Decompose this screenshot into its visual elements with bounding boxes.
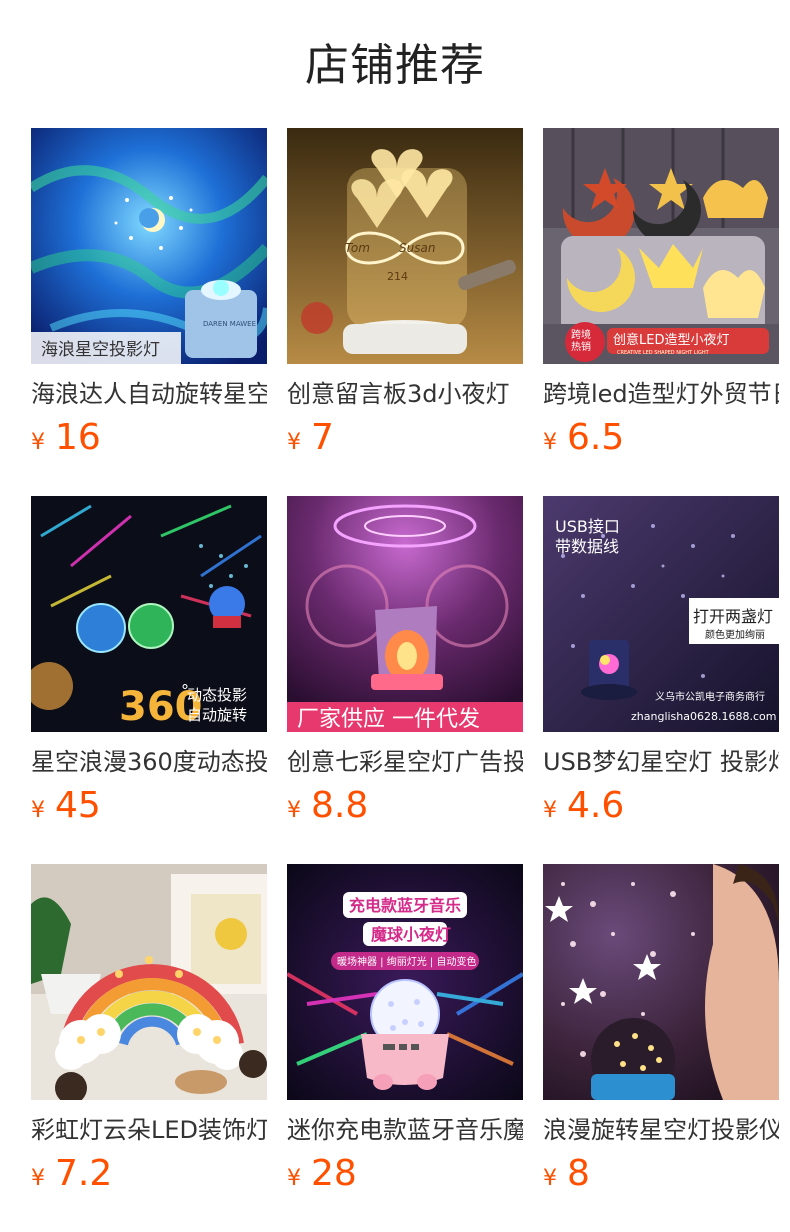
product-card[interactable]: 厂家供应 一件代发 创意七彩星空灯广告投影灯 ¥8.8 (287, 496, 523, 826)
price-value: 6.5 (567, 417, 625, 458)
product-card[interactable]: USB接口 带数据线 打开两盏灯 颜色更加绚丽 义乌市公凯电子商务商行 zhan… (543, 496, 779, 826)
product-card[interactable]: 跨境 热销 创意LED造型小夜灯 CREATIVE LED SHAPED NIG… (543, 128, 779, 458)
product-price: ¥28 (287, 1152, 523, 1196)
price-symbol: ¥ (543, 1166, 557, 1191)
product-title[interactable]: 海浪达人自动旋转星空投影灯 (31, 378, 267, 414)
svg-text:热销: 热销 (571, 340, 591, 353)
product-title[interactable]: 跨境led造型灯外贸节日装饰灯 (543, 378, 779, 414)
product-title[interactable]: 星空浪漫360度动态投影灯 (31, 746, 267, 782)
product-image[interactable] (31, 864, 267, 1100)
product-price: ¥45 (31, 784, 267, 828)
product-image[interactable]: 厂家供应 一件代发 (287, 496, 523, 732)
price-value: 8.8 (311, 785, 369, 826)
svg-text:暖场神器 | 绚丽灯光 | 自动变色: 暖场神器 | 绚丽灯光 | 自动变色 (337, 955, 476, 968)
svg-text:zhanglisha0628.1688.com: zhanglisha0628.1688.com (631, 710, 776, 723)
ocean-star-projector-image: DAREN MAWEE 海浪星空投影灯 (31, 128, 267, 364)
product-card[interactable]: 彩虹灯云朵LED装饰灯 ¥7.2 (31, 864, 267, 1194)
price-value: 4.6 (567, 785, 625, 826)
product-image[interactable]: DAREN MAWEE 海浪星空投影灯 (31, 128, 267, 364)
product-price: ¥4.6 (543, 784, 779, 828)
svg-text:214: 214 (387, 270, 408, 283)
product-image[interactable]: 360 ° 动态投影 自动旋转 (31, 496, 267, 732)
product-title[interactable]: 创意七彩星空灯广告投影灯 (287, 746, 523, 782)
svg-text:动态投影: 动态投影 (187, 686, 247, 704)
product-image[interactable]: USB接口 带数据线 打开两盏灯 颜色更加绚丽 义乌市公凯电子商务商行 zhan… (543, 496, 779, 732)
svg-text:打开两盏灯: 打开两盏灯 (693, 607, 773, 626)
svg-text:创意LED造型小夜灯: 创意LED造型小夜灯 (613, 332, 729, 348)
rainbow-cloud-light-image (31, 864, 267, 1100)
product-price: ¥16 (31, 416, 267, 460)
product-title[interactable]: 浪漫旋转星空灯投影仪 (543, 1114, 779, 1150)
price-symbol: ¥ (543, 430, 557, 455)
product-card[interactable]: 充电款蓝牙音乐 魔球小夜灯 暖场神器 | 绚丽灯光 | 自动变色 迷你充电款蓝牙… (287, 864, 523, 1194)
product-price: ¥7 (287, 416, 523, 460)
svg-text:DAREN MAWEE: DAREN MAWEE (203, 320, 256, 328)
product-price: ¥7.2 (31, 1152, 267, 1196)
price-symbol: ¥ (543, 798, 557, 823)
price-symbol: ¥ (287, 798, 301, 823)
product-card[interactable]: Tom Susan 214 创意留言板3d小夜灯 ¥7 (287, 128, 523, 458)
product-price: ¥6.5 (543, 416, 779, 460)
svg-text:自动旋转: 自动旋转 (187, 706, 247, 724)
svg-text:Susan: Susan (399, 241, 435, 255)
image-caption: 海浪星空投影灯 (41, 340, 160, 360)
price-symbol: ¥ (31, 1166, 45, 1191)
product-image[interactable]: Tom Susan 214 (287, 128, 523, 364)
price-symbol: ¥ (31, 430, 45, 455)
product-title[interactable]: USB梦幻星空灯 投影灯 (543, 746, 779, 782)
product-title[interactable]: 迷你充电款蓝牙音乐魔球小夜灯 (287, 1114, 523, 1150)
usb-star-light-image: USB接口 带数据线 打开两盏灯 颜色更加绚丽 义乌市公凯电子商务商行 zhan… (543, 496, 779, 732)
product-image[interactable] (543, 864, 779, 1100)
product-grid: DAREN MAWEE 海浪星空投影灯 海浪达人自动旋转星空投影灯 ¥16 (31, 128, 790, 1218)
svg-text:颜色更加绚丽: 颜色更加绚丽 (705, 628, 765, 641)
price-value: 7.2 (55, 1153, 113, 1194)
price-symbol: ¥ (287, 1166, 301, 1191)
led-shaped-light-image: 跨境 热销 创意LED造型小夜灯 CREATIVE LED SHAPED NIG… (543, 128, 779, 364)
svg-text:魔球小夜灯: 魔球小夜灯 (371, 925, 451, 944)
product-price: ¥8 (543, 1152, 779, 1196)
rotating-star-projector-image (543, 864, 779, 1100)
price-symbol: ¥ (287, 430, 301, 455)
product-card[interactable]: 360 ° 动态投影 自动旋转 星空浪漫360度动态投影灯 ¥45 (31, 496, 267, 826)
price-value: 45 (55, 785, 101, 826)
price-value: 8 (567, 1153, 590, 1194)
price-symbol: ¥ (31, 798, 45, 823)
product-price: ¥8.8 (287, 784, 523, 828)
svg-text:USB接口: USB接口 (555, 517, 620, 536)
svg-text:义乌市公凯电子商务商行: 义乌市公凯电子商务商行 (655, 690, 765, 703)
product-card[interactable]: 浪漫旋转星空灯投影仪 ¥8 (543, 864, 779, 1194)
colorful-star-light-image: 厂家供应 一件代发 (287, 496, 523, 732)
product-card[interactable]: DAREN MAWEE 海浪星空投影灯 海浪达人自动旋转星空投影灯 ¥16 (31, 128, 267, 458)
price-value: 28 (311, 1153, 357, 1194)
message-board-night-light-image: Tom Susan 214 (287, 128, 523, 364)
price-value: 7 (311, 417, 334, 458)
image-caption: 厂家供应 一件代发 (297, 707, 480, 732)
product-image[interactable]: 跨境 热销 创意LED造型小夜灯 CREATIVE LED SHAPED NIG… (543, 128, 779, 364)
price-value: 16 (55, 417, 101, 458)
product-title[interactable]: 彩虹灯云朵LED装饰灯 (31, 1114, 267, 1150)
svg-text:跨境: 跨境 (571, 328, 591, 341)
360-projector-image: 360 ° 动态投影 自动旋转 (31, 496, 267, 732)
svg-text:CREATIVE LED SHAPED NIGHT LIGH: CREATIVE LED SHAPED NIGHT LIGHT (617, 350, 710, 356)
page-title: 店铺推荐 (305, 40, 485, 91)
svg-text:Tom: Tom (345, 241, 370, 255)
bluetooth-magic-ball-light-image: 充电款蓝牙音乐 魔球小夜灯 暖场神器 | 绚丽灯光 | 自动变色 (287, 864, 523, 1100)
svg-text:带数据线: 带数据线 (555, 537, 619, 556)
product-image[interactable]: 充电款蓝牙音乐 魔球小夜灯 暖场神器 | 绚丽灯光 | 自动变色 (287, 864, 523, 1100)
svg-text:充电款蓝牙音乐: 充电款蓝牙音乐 (349, 896, 461, 915)
product-title[interactable]: 创意留言板3d小夜灯 (287, 378, 523, 414)
